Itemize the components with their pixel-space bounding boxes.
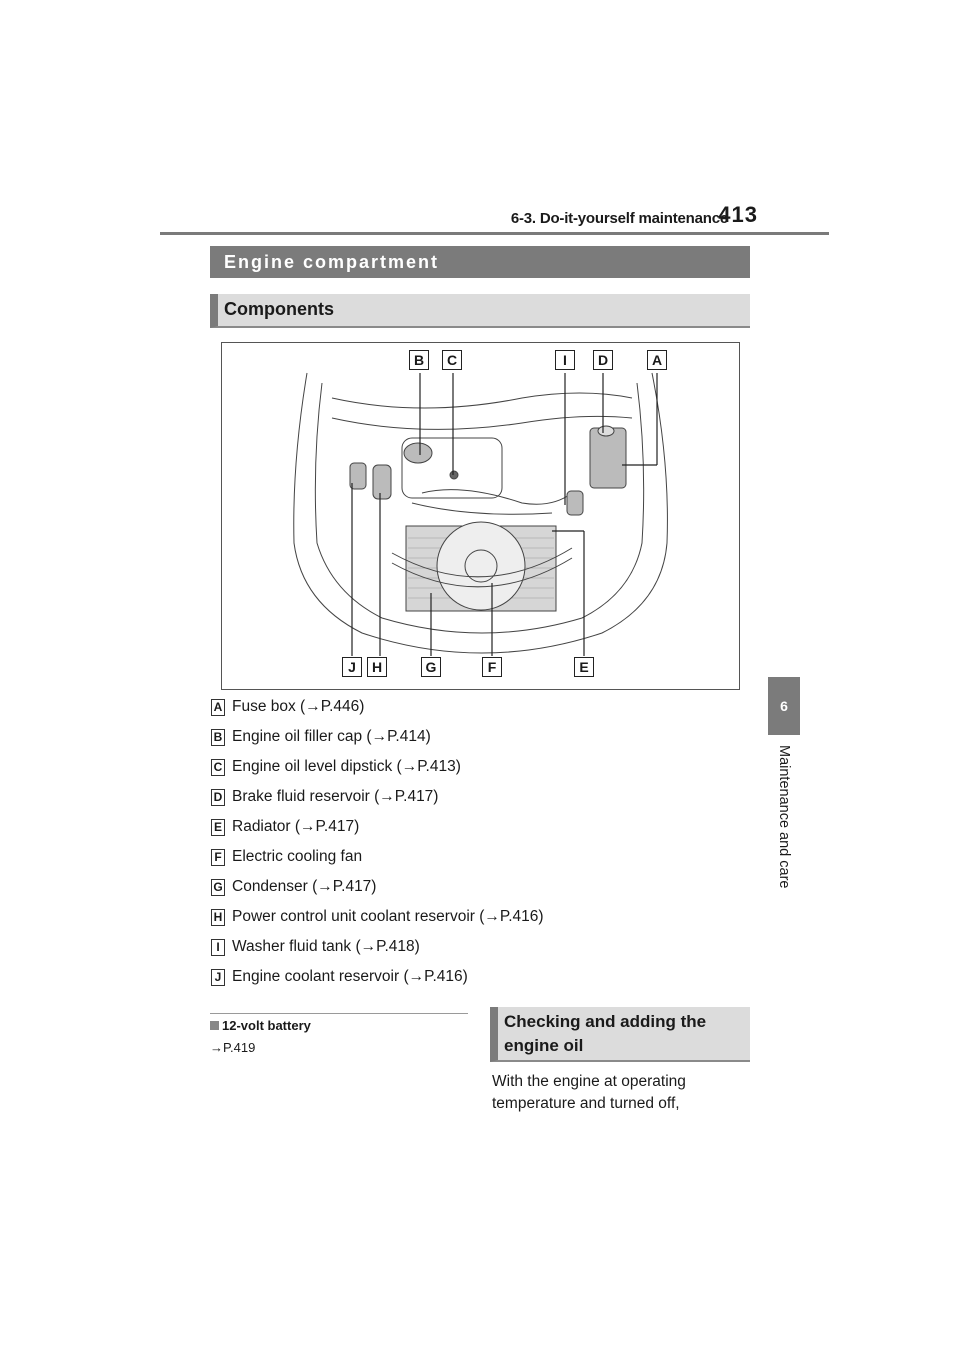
engine-illustration bbox=[293, 372, 668, 656]
engine-compartment-diagram: B C I D A J H G F E bbox=[221, 342, 740, 690]
letter-badge: E bbox=[211, 818, 225, 836]
callout-c: C bbox=[442, 350, 462, 370]
letter-badge: G bbox=[211, 878, 225, 896]
list-item-text: Washer fluid tank (→P.418) bbox=[232, 938, 420, 955]
list-item-text: Fuse box (→P.446) bbox=[232, 698, 365, 715]
list-item-text: Engine coolant reservoir (→P.416) bbox=[232, 968, 468, 985]
header-rule bbox=[160, 232, 829, 235]
callout-b: B bbox=[409, 350, 429, 370]
note-reference-link[interactable]: →P.419 bbox=[210, 1040, 255, 1055]
list-item-text: Electric cooling fan bbox=[232, 848, 363, 865]
square-bullet-icon bbox=[210, 1021, 219, 1030]
list-item: E Radiator (→P.417) bbox=[211, 818, 359, 842]
letter-badge: C bbox=[211, 758, 225, 776]
callout-e: E bbox=[574, 657, 594, 677]
list-item-text: Engine oil filler cap (→P.414) bbox=[232, 728, 431, 745]
note-title: 12-volt battery bbox=[210, 1018, 311, 1033]
callout-j: J bbox=[342, 657, 362, 677]
callout-a: A bbox=[647, 350, 667, 370]
body-paragraph: With the engine at operating temperature… bbox=[492, 1073, 686, 1112]
callout-i: I bbox=[555, 350, 575, 370]
callout-g: G bbox=[421, 657, 441, 677]
list-item: D Brake fluid reservoir (→P.417) bbox=[211, 788, 438, 812]
list-item: I Washer fluid tank (→P.418) bbox=[211, 938, 420, 962]
chapter-tab[interactable]: 6 bbox=[768, 677, 800, 735]
letter-badge: D bbox=[211, 788, 225, 806]
list-item: H Power control unit coolant reservoir (→… bbox=[211, 908, 544, 932]
heading-engine-compartment: Engine compartment bbox=[210, 246, 750, 278]
letter-badge: I bbox=[211, 938, 225, 956]
callout-f: F bbox=[482, 657, 502, 677]
page-number: 413 bbox=[718, 202, 758, 227]
note-divider bbox=[210, 1013, 468, 1014]
callout-d: D bbox=[593, 350, 613, 370]
subheading-components: Components bbox=[210, 294, 750, 328]
list-item-text: Engine oil level dipstick (→P.413) bbox=[232, 758, 461, 775]
list-item: A Fuse box (→P.446) bbox=[211, 698, 364, 722]
list-item: G Condenser (→P.417) bbox=[211, 878, 376, 902]
letter-badge: J bbox=[211, 968, 225, 986]
letter-badge: A bbox=[211, 698, 225, 716]
list-item-text: Brake fluid reservoir (→P.417) bbox=[232, 788, 439, 805]
list-item: B Engine oil filler cap (→P.414) bbox=[211, 728, 431, 752]
list-item: J Engine coolant reservoir (→P.416) bbox=[211, 968, 468, 992]
subheading-checking-oil: Checking and adding the engine oil bbox=[490, 1007, 750, 1062]
list-item-text: Condenser (→P.417) bbox=[232, 878, 377, 895]
letter-badge: B bbox=[211, 728, 225, 746]
note-title-text: 12-volt battery bbox=[222, 1018, 311, 1033]
list-item: C Engine oil level dipstick (→P.413) bbox=[211, 758, 461, 782]
list-item-text: Radiator (→P.417) bbox=[232, 818, 360, 835]
letter-badge: F bbox=[211, 848, 225, 866]
letter-badge: H bbox=[211, 908, 225, 926]
list-item: F Electric cooling fan bbox=[211, 848, 362, 872]
callout-h: H bbox=[367, 657, 387, 677]
list-item-text: Power control unit coolant reservoir (→P… bbox=[232, 908, 544, 925]
chapter-label: Maintenance and care bbox=[776, 745, 792, 889]
section-title: 6-3. Do-it-yourself maintenance bbox=[510, 210, 728, 227]
